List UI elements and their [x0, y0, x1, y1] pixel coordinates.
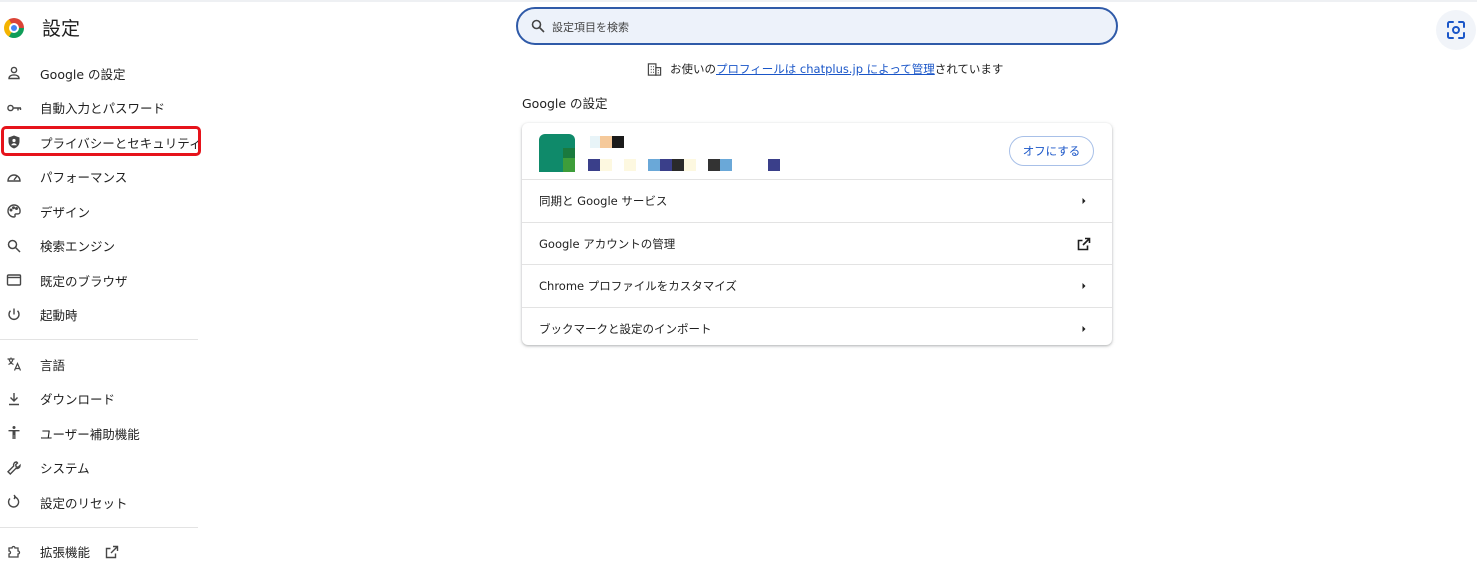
- sidebar-item-label: 設定のリセット: [40, 495, 128, 511]
- sync-google-services-row[interactable]: 同期と Google サービス: [522, 180, 1112, 223]
- sidebar-item-label: 起動時: [40, 308, 78, 324]
- wrench-icon: [6, 460, 22, 476]
- power-icon: [6, 307, 22, 323]
- puzzle-icon: [6, 544, 22, 560]
- key-icon: [6, 100, 22, 116]
- sidebar-item-label: プライバシーとセキュリティ: [40, 135, 202, 151]
- managed-notice-suffix: されています: [934, 62, 1004, 76]
- profile-email-redacted: [588, 159, 600, 171]
- page-title: 設定: [42, 18, 81, 40]
- sidebar-item-reset-settings[interactable]: 設定のリセット: [0, 485, 206, 520]
- sidebar-item-label: デザイン: [40, 204, 91, 220]
- sidebar-divider: [0, 526, 198, 528]
- managed-profile-link[interactable]: プロフィールは chatplus.jp によって管理: [716, 61, 935, 77]
- sidebar-item-downloads[interactable]: ダウンロード: [0, 382, 206, 417]
- sidebar-item-label: 既定のブラウザ: [40, 273, 128, 289]
- chrome-logo-icon: [4, 17, 24, 38]
- chevron-right-icon: [1076, 278, 1092, 294]
- search-input[interactable]: [550, 15, 1094, 39]
- sidebar-item-label: ユーザー補助機能: [40, 426, 140, 442]
- external-link-icon: [1076, 236, 1092, 252]
- profile-row: オフにする: [522, 123, 1112, 180]
- chevron-right-icon: [1076, 193, 1092, 209]
- palette-icon: [6, 203, 22, 219]
- sidebar-item-search-engine[interactable]: 検索エンジン: [0, 229, 206, 264]
- google-settings-card: オフにする 同期と Google サービス Google アカウントの管理 Ch…: [522, 123, 1112, 345]
- sidebar-item-on-startup[interactable]: 起動時: [0, 298, 206, 333]
- profile-name-redacted: [590, 136, 600, 148]
- card-row-label: ブックマークと設定のインポート: [539, 321, 712, 336]
- person-icon: [6, 65, 22, 81]
- managed-profile-notice: お使いの プロフィールは chatplus.jp によって管理 されています: [647, 61, 1003, 77]
- sidebar-item-languages[interactable]: 言語: [0, 347, 206, 382]
- sidebar-item-extensions[interactable]: 拡張機能: [0, 535, 206, 570]
- chevron-right-icon: [1076, 321, 1092, 337]
- import-bookmarks-settings-row[interactable]: ブックマークと設定のインポート: [522, 308, 1112, 350]
- camera-lens-icon: [1447, 21, 1465, 39]
- google-lens-button[interactable]: [1436, 10, 1476, 50]
- search-icon: [6, 238, 22, 254]
- search-icon: [530, 18, 546, 34]
- sidebar-item-label: パフォーマンス: [40, 170, 128, 186]
- sidebar-divider: [0, 339, 198, 340]
- manage-google-account-row[interactable]: Google アカウントの管理: [522, 223, 1112, 265]
- sidebar-item-label: 自動入力とパスワード: [40, 101, 166, 117]
- sidebar-item-privacy-security[interactable]: プライバシーとセキュリティ: [0, 125, 206, 160]
- top-edge-divider: [0, 0, 1477, 2]
- building-icon: [647, 62, 662, 77]
- settings-search-bar[interactable]: [516, 7, 1118, 45]
- card-row-label: Google アカウントの管理: [539, 236, 676, 251]
- sidebar-item-appearance[interactable]: デザイン: [0, 194, 206, 229]
- sidebar-item-default-browser[interactable]: 既定のブラウザ: [0, 263, 206, 298]
- sidebar-item-label: ダウンロード: [40, 392, 116, 408]
- sidebar-item-label: 言語: [40, 357, 66, 373]
- card-row-label: Chrome プロファイルをカスタマイズ: [539, 279, 737, 293]
- sidebar-item-label: 拡張機能: [40, 545, 91, 561]
- card-row-label: 同期と Google サービス: [539, 194, 668, 208]
- shield-icon: [6, 134, 22, 150]
- download-icon: [6, 391, 22, 407]
- sidebar-item-google-settings[interactable]: Google の設定: [0, 56, 206, 91]
- sidebar-item-label: Google の設定: [40, 66, 126, 82]
- speedometer-icon: [6, 169, 22, 185]
- sidebar-item-autofill-passwords[interactable]: 自動入力とパスワード: [0, 91, 206, 126]
- sidebar-item-label: 検索エンジン: [40, 239, 116, 255]
- settings-header: 設定: [4, 14, 80, 41]
- avatar: [539, 134, 575, 172]
- managed-notice-prefix: お使いの: [670, 62, 716, 76]
- sidebar-item-system[interactable]: システム: [0, 451, 206, 486]
- settings-sidebar: Google の設定 自動入力とパスワード プライバシーとセキュリティ パフォー…: [0, 56, 206, 569]
- customize-profile-row[interactable]: Chrome プロファイルをカスタマイズ: [522, 265, 1112, 308]
- section-title: Google の設定: [522, 96, 608, 111]
- sidebar-item-accessibility[interactable]: ユーザー補助機能: [0, 416, 206, 451]
- external-link-icon: [104, 544, 120, 560]
- browser-window-icon: [6, 272, 22, 288]
- reset-icon: [6, 494, 22, 510]
- turn-off-sync-button[interactable]: オフにする: [1009, 136, 1094, 166]
- accessibility-icon: [6, 425, 22, 441]
- sidebar-item-label: システム: [40, 461, 90, 477]
- translate-icon: [6, 356, 22, 372]
- sidebar-item-performance[interactable]: パフォーマンス: [0, 160, 206, 195]
